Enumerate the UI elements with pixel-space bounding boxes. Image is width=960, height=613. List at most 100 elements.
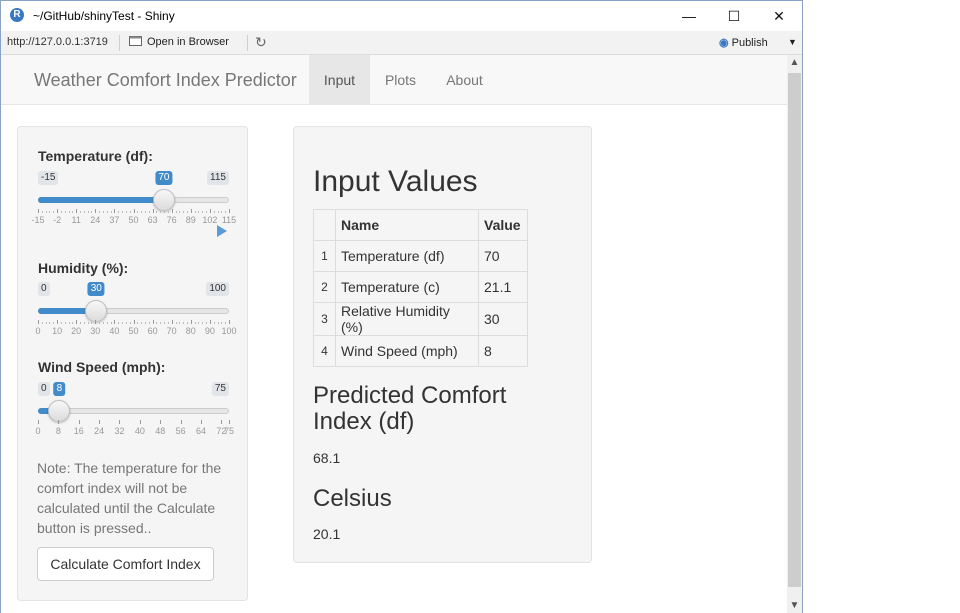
- title-bar: R ~/GitHub/shinyTest - Shiny — ☐ ✕: [1, 1, 802, 31]
- row-number: 3: [313, 302, 336, 336]
- slider-minor-tick: [60, 211, 62, 213]
- slider-minor-tick: [72, 322, 74, 324]
- row-name: Temperature (df): [335, 240, 479, 272]
- slider-minor-tick: [156, 322, 158, 324]
- slider-tick-label: 64: [195, 426, 206, 436]
- slider-tick-label: 11: [71, 215, 81, 225]
- row-number: 1: [313, 240, 336, 272]
- slider-minor-tick: [175, 322, 177, 324]
- slider-minor-tick: [183, 211, 185, 213]
- slider-minor-tick: [221, 211, 223, 213]
- humidity-slider[interactable]: 0 100 30 0 10 20 30 40 50 60 70 80 90 100: [35, 282, 237, 352]
- tab-input[interactable]: Input: [309, 55, 370, 105]
- slider-tick: [200, 420, 202, 424]
- slider-minor-tick: [87, 211, 89, 213]
- slider-fill: [38, 197, 163, 203]
- row-value: 30: [478, 302, 528, 336]
- main-panel: Input Values Name Value 1 Temperature (d…: [293, 126, 592, 563]
- slider-minor-tick: [167, 211, 169, 213]
- scroll-up-icon[interactable]: ▲: [787, 57, 802, 68]
- slider-minor-tick: [137, 211, 139, 213]
- slider-minor-tick: [194, 211, 196, 213]
- slider-value-label: 70: [155, 171, 173, 185]
- slider-minor-tick: [99, 322, 101, 324]
- slider-tick-labels: 0 10 20 30 40 50 60 70 80 90 100: [35, 326, 236, 338]
- slider-tick-label: 40: [109, 326, 120, 336]
- slider-minor-tick: [202, 211, 204, 213]
- slider-minor-tick: [49, 322, 51, 324]
- slider-handle[interactable]: [152, 189, 175, 211]
- slider-handle[interactable]: [48, 400, 71, 422]
- table-header-index: [313, 209, 336, 241]
- open-browser-icon: [129, 36, 142, 46]
- slider-value-label: 30: [87, 282, 105, 296]
- slider-minor-tick: [87, 322, 89, 324]
- slider-minor-tick: [221, 322, 223, 324]
- slider-tick: [119, 420, 121, 424]
- slider-minor-tick: [217, 322, 219, 324]
- slider-tick: [152, 320, 154, 324]
- slider-tick-label: 0: [35, 426, 41, 436]
- slider-min-label: -15: [38, 171, 59, 185]
- slider-minor-tick: [83, 211, 85, 213]
- row-value: 21.1: [478, 271, 528, 303]
- temperature-slider[interactable]: -15 115 70 -15 -2 11 24 37 50 63 76 89 102 115: [31, 171, 236, 241]
- slider-tick: [95, 320, 97, 324]
- open-in-browser-button[interactable]: Open in Browser: [129, 35, 229, 48]
- slider-tick-label: 100: [221, 326, 237, 336]
- slider-minor-tick: [148, 211, 150, 213]
- slider-minor-tick: [72, 211, 74, 213]
- predicted-comfort-value: 68.1: [313, 450, 341, 466]
- slider-minor-tick: [160, 211, 162, 213]
- vertical-scrollbar[interactable]: ▲ ▼: [787, 55, 802, 613]
- wind-speed-slider[interactable]: 0 75 8 0 8 16 24 32 40 48 56 64 72 75: [35, 382, 234, 452]
- play-icon[interactable]: [217, 225, 227, 237]
- scroll-thumb[interactable]: [788, 73, 801, 587]
- slider-tick: [229, 209, 230, 213]
- refresh-icon[interactable]: ↻: [255, 34, 267, 51]
- slider-tick-label: 40: [134, 426, 145, 436]
- slider-minor-tick: [53, 322, 55, 324]
- slider-minor-tick: [213, 211, 215, 213]
- publish-button[interactable]: ◉ Publish: [719, 36, 768, 49]
- scroll-down-icon[interactable]: ▼: [787, 600, 802, 611]
- humidity-label: Humidity (%):: [38, 260, 129, 276]
- slider-minor-tick: [137, 322, 139, 324]
- slider-tick: [76, 320, 78, 324]
- toolbar-separator: [119, 35, 120, 51]
- slider-minor-tick: [186, 211, 188, 213]
- slider-minor-tick: [64, 322, 66, 324]
- slider-minor-tick: [206, 211, 208, 213]
- slider-minor-tick: [164, 322, 166, 324]
- slider-minor-tick: [83, 322, 85, 324]
- slider-minor-tick: [186, 322, 188, 324]
- slider-tick: [152, 209, 154, 213]
- slider-minor-tick: [202, 322, 204, 324]
- maximize-button[interactable]: ☐: [711, 1, 757, 31]
- slider-tick: [209, 209, 211, 213]
- close-button[interactable]: ✕: [756, 1, 802, 31]
- wind-speed-label: Wind Speed (mph):: [38, 359, 166, 375]
- slider-minor-tick: [91, 211, 93, 213]
- minimize-button[interactable]: —: [666, 1, 712, 31]
- slider-minor-tick: [118, 211, 120, 213]
- help-note: Note: The temperature for the comfort in…: [37, 460, 222, 536]
- slider-minor-tick: [129, 322, 131, 324]
- slider-tick: [57, 209, 59, 213]
- slider-tick: [190, 209, 192, 213]
- slider-minor-tick: [225, 322, 227, 324]
- slider-handle[interactable]: [85, 300, 108, 322]
- tab-plots[interactable]: Plots: [370, 55, 431, 105]
- slider-minor-tick: [144, 211, 146, 213]
- slider-tick-label: 56: [175, 426, 186, 436]
- calculate-button[interactable]: Calculate Comfort Index: [37, 547, 214, 581]
- slider-tick: [133, 320, 135, 324]
- slider-minor-tick: [160, 322, 162, 324]
- slider-max-label: 75: [211, 382, 229, 396]
- rstudio-shiny-window: R ~/GitHub/shinyTest - Shiny — ☐ ✕ http:…: [0, 0, 803, 613]
- slider-minor-tick: [144, 322, 146, 324]
- slider-tick-label: 102: [202, 215, 218, 225]
- publish-dropdown-icon[interactable]: ▼: [788, 37, 797, 47]
- tab-about[interactable]: About: [431, 55, 498, 105]
- slider-max-label: 115: [207, 171, 229, 185]
